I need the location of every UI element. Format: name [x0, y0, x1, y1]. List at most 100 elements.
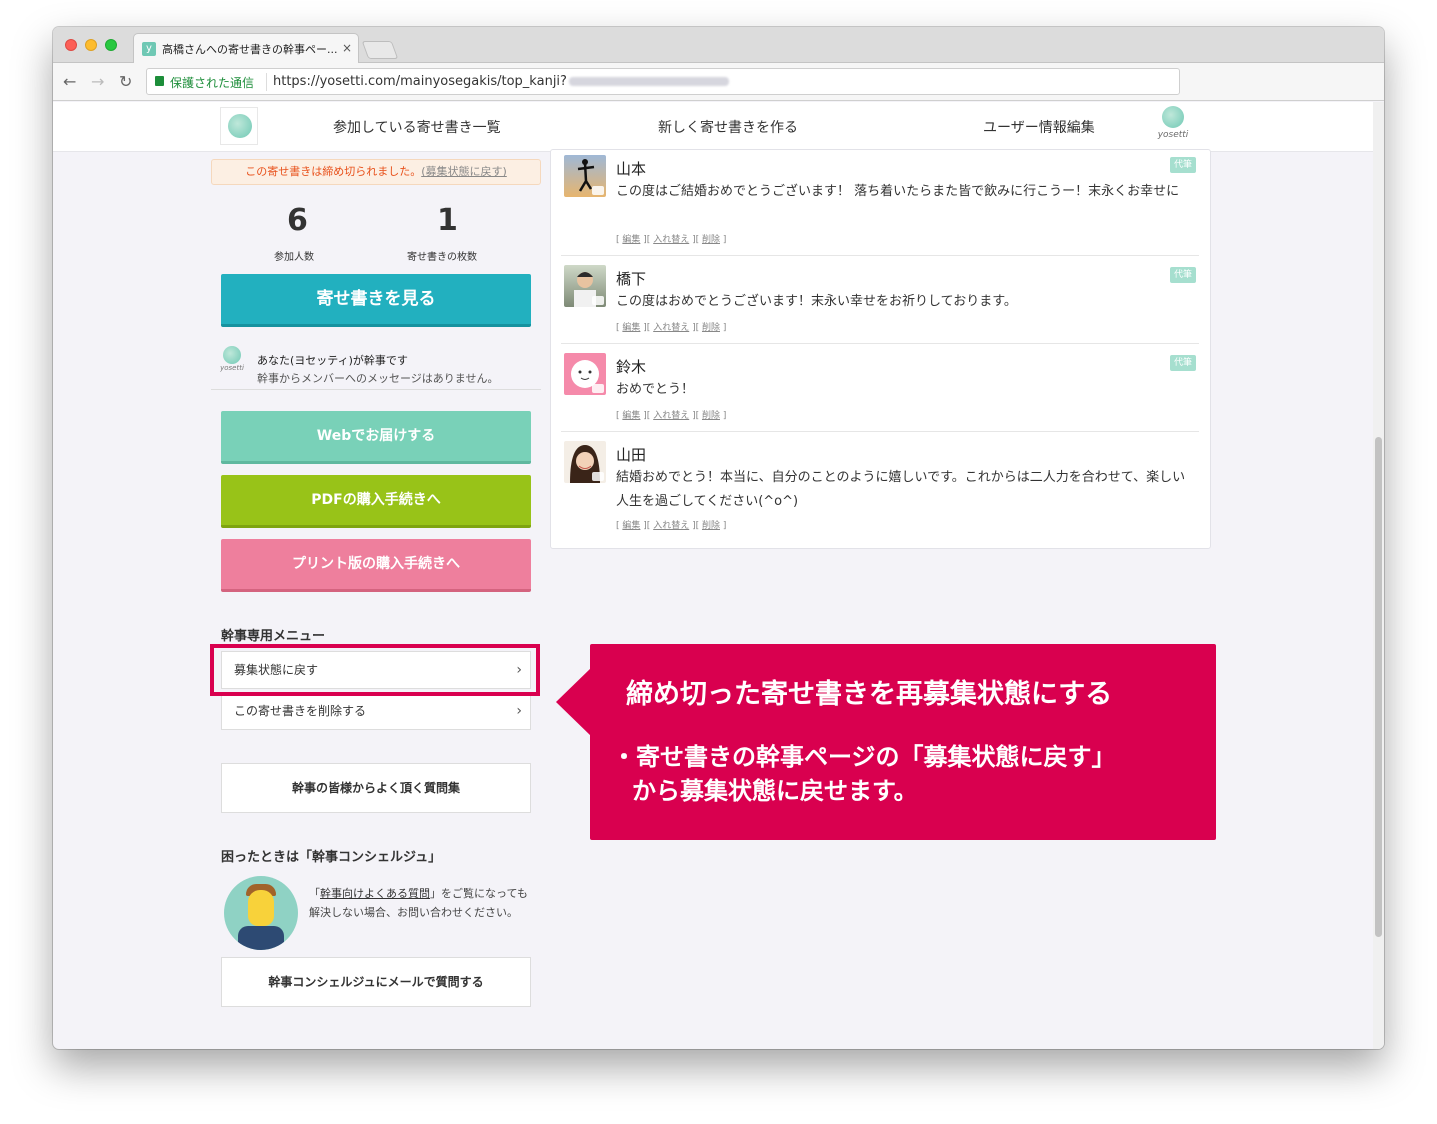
browser-tab[interactable]: y 高橋さんへの寄せ書きの幹事ペー... × — [133, 33, 359, 64]
message-item: 山本 代筆 この度はご結婚おめでとうございます！ 落ち着いたらまた皆で飲みに行こ… — [561, 150, 1199, 256]
nav-create-new[interactable]: 新しく寄せ書きを作る — [658, 117, 798, 137]
concierge-mail-button[interactable]: 幹事コンシェルジュにメールで質問する — [221, 957, 531, 1007]
close-tab-icon[interactable]: × — [342, 41, 352, 55]
concierge-text: 「幹事向けよくある質問」をご覧になっても解決しない場合、お問い合わせください。 — [309, 884, 531, 922]
leaf-logo-icon — [228, 114, 252, 138]
edit-link[interactable]: 編集 — [622, 235, 640, 245]
face-shape — [248, 890, 274, 926]
browser-toolbar: ← → ↻ 保護された通信 https://yosetti.com/mainyo… — [53, 63, 1384, 101]
delete-link[interactable]: 削除 — [702, 411, 720, 421]
callout-bullet-line1: ・寄せ書きの幹事ページの「募集状態に戻す」 — [612, 743, 1116, 771]
participant-count: 6 — [287, 203, 308, 238]
reload-icon[interactable]: ↻ — [119, 72, 132, 91]
participant-count-label: 参加人数 — [274, 252, 314, 263]
message-avatar[interactable] — [564, 353, 606, 395]
callout-bullet-line2: から募集状態に戻せます。 — [632, 777, 918, 805]
back-arrow-icon[interactable]: ← — [63, 72, 76, 91]
faq-link[interactable]: 幹事向けよくある質問 — [320, 887, 430, 900]
action-bracket: ][ — [692, 521, 700, 531]
forward-arrow-icon[interactable]: → — [91, 72, 104, 91]
message-avatar[interactable] — [564, 441, 606, 483]
url-separator — [266, 73, 267, 91]
maximize-window-button[interactable] — [105, 39, 117, 51]
camera-icon — [592, 384, 604, 393]
action-bracket: [ — [616, 235, 620, 245]
blurred-url-token — [568, 77, 729, 86]
yosetti-logo[interactable] — [220, 107, 258, 145]
action-bracket: ][ — [692, 235, 700, 245]
nav-participating-list[interactable]: 参加している寄せ書き一覧 — [333, 117, 501, 137]
organizer-message: 幹事からメンバーへのメッセージはありません。 — [257, 372, 499, 385]
yosetti-favicon-icon: y — [142, 42, 156, 56]
message-actions: [ 編集 ][ 入れ替え ][ 削除 ] — [616, 518, 726, 531]
camera-icon — [592, 472, 604, 481]
print-purchase-button[interactable]: プリント版の購入手続きへ — [221, 539, 531, 592]
reopen-link[interactable]: (募集状態に戻す) — [421, 165, 507, 178]
nav-user-settings[interactable]: ユーザー情報編集 — [983, 117, 1095, 137]
concierge-title: 困ったときは「幹事コンシェルジュ」 — [221, 850, 442, 865]
highlight-frame — [210, 644, 540, 696]
edit-link[interactable]: 編集 — [622, 323, 640, 333]
message-body: この度はおめでとうございます！末永い幸せをお祈りしております。 — [616, 294, 1017, 309]
delete-link[interactable]: 削除 — [702, 521, 720, 531]
tab-title: 高橋さんへの寄せ書きの幹事ペー... — [162, 43, 337, 56]
delete-menu-label: この寄せ書きを削除する — [234, 704, 367, 718]
swap-link[interactable]: 入れ替え — [653, 411, 689, 421]
leaf-logo-icon — [1162, 106, 1184, 128]
proxy-badge: 代筆 — [1170, 355, 1196, 371]
organizer-info: yosetti あなた(ヨセッティ)が幹事です 幹事からメンバーへのメッセージは… — [211, 342, 541, 390]
organizer-avatar: yosetti — [217, 346, 247, 378]
callout-title: 締め切った寄せ書きを再募集状態にする — [626, 679, 1113, 710]
edit-link[interactable]: 編集 — [622, 521, 640, 531]
chevron-right-icon: › — [516, 703, 522, 719]
message-author: 橋下 — [616, 270, 647, 288]
address-bar[interactable]: 保護された通信 https://yosetti.com/mainyosegaki… — [146, 68, 1180, 95]
new-tab-button[interactable] — [361, 41, 399, 59]
tab-bar: y 高橋さんへの寄せ書きの幹事ペー... × — [53, 27, 1384, 64]
page-scrollbar[interactable] — [1373, 102, 1384, 1049]
lock-icon — [155, 76, 164, 86]
close-window-button[interactable] — [65, 39, 77, 51]
sheet-count: 1 — [437, 203, 458, 238]
minimize-window-button[interactable] — [85, 39, 97, 51]
message-author: 鈴木 — [616, 358, 647, 376]
message-author: 山本 — [616, 160, 647, 178]
user-avatar[interactable]: yosetti — [1151, 106, 1195, 148]
logo-wordmark: yosetti — [220, 364, 244, 372]
action-bracket: ] — [722, 521, 727, 531]
view-yosegaki-button[interactable]: 寄せ書きを見る — [221, 274, 531, 327]
url-visible: https://yosetti.com/mainyosegakis/top_ka… — [273, 74, 567, 89]
sheet-count-label: 寄せ書きの枚数 — [407, 252, 477, 263]
swap-link[interactable]: 入れ替え — [653, 323, 689, 333]
scrollbar-thumb[interactable] — [1375, 437, 1382, 937]
swap-link[interactable]: 入れ替え — [653, 521, 689, 531]
delete-menu-item[interactable]: この寄せ書きを削除する › — [221, 692, 531, 730]
message-list: 山本 代筆 この度はご結婚おめでとうございます！ 落ち着いたらまた皆で飲みに行こ… — [550, 149, 1211, 549]
suit-shape — [238, 926, 284, 950]
proxy-badge: 代筆 — [1170, 267, 1196, 283]
delete-link[interactable]: 削除 — [702, 235, 720, 245]
action-bracket: ] — [722, 411, 727, 421]
concierge-text-pre: 「 — [309, 887, 320, 900]
proxy-badge: 代筆 — [1170, 157, 1196, 173]
callout-bullet: ・寄せ書きの幹事ページの「募集状態に戻す」 から募集状態に戻せます。 — [612, 740, 1116, 808]
message-avatar[interactable] — [564, 155, 606, 197]
message-actions: [ 編集 ][ 入れ替え ][ 削除 ] — [616, 232, 726, 245]
message-avatar[interactable] — [564, 265, 606, 307]
action-bracket: ][ — [643, 323, 651, 333]
deliver-web-button[interactable]: Webでお届けする — [221, 411, 531, 464]
organizer-line: あなた(ヨセッティ)が幹事です — [257, 354, 408, 367]
swap-link[interactable]: 入れ替え — [653, 235, 689, 245]
delete-link[interactable]: 削除 — [702, 323, 720, 333]
logo-wordmark: yosetti — [1157, 130, 1189, 140]
message-body: おめでとう！ — [616, 382, 695, 397]
callout-pointer — [556, 667, 592, 737]
faq-button[interactable]: 幹事の皆様からよく頂く質問集 — [221, 763, 531, 813]
action-bracket: [ — [616, 411, 620, 421]
annotation-callout: 締め切った寄せ書きを再募集状態にする ・寄せ書きの幹事ページの「募集状態に戻す」… — [590, 644, 1216, 840]
action-bracket: ][ — [643, 521, 651, 531]
pdf-purchase-button[interactable]: PDFの購入手続きへ — [221, 475, 531, 528]
url-text[interactable]: https://yosetti.com/mainyosegakis/top_ka… — [273, 74, 729, 89]
action-bracket: ][ — [692, 411, 700, 421]
edit-link[interactable]: 編集 — [622, 411, 640, 421]
